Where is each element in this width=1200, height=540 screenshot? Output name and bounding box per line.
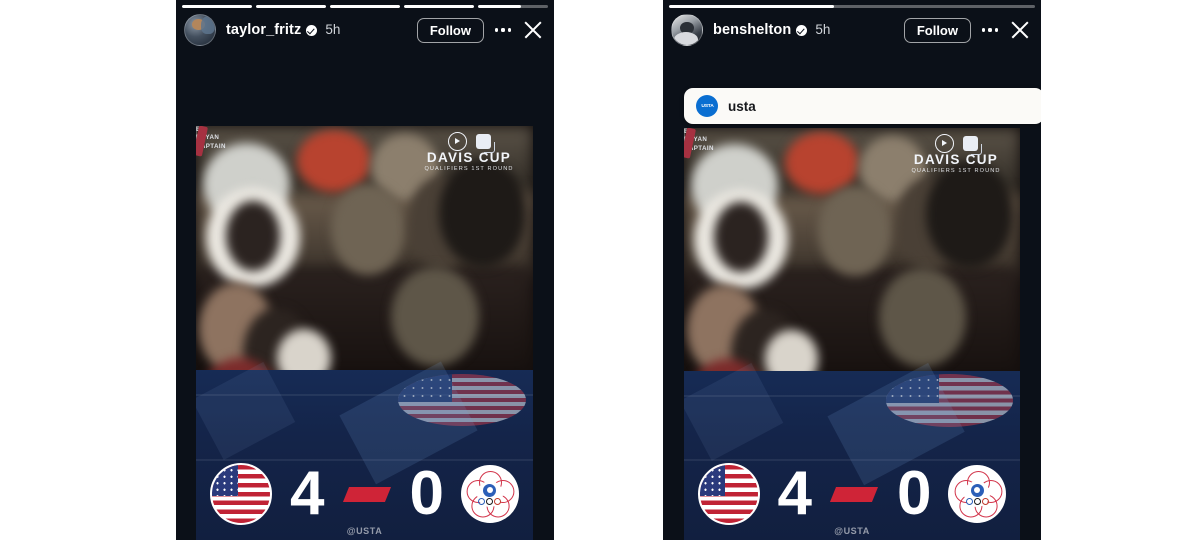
avatar[interactable] (671, 14, 703, 46)
close-icon[interactable] (1007, 17, 1033, 43)
mention-sticker-usta[interactable]: USTA usta (684, 88, 1041, 124)
away-score: 0 (897, 459, 931, 528)
avatar[interactable] (184, 14, 216, 46)
away-score: 0 (409, 459, 444, 528)
usta-logo-icon: USTA (696, 95, 718, 117)
story-age-label: 5h (325, 22, 341, 38)
davis-cup-subtitle: QUALIFIERS 1ST ROUND (911, 168, 1001, 174)
usta-logo-text: USTA (700, 103, 714, 109)
chinese-taipei-badge-icon (460, 465, 519, 523)
davis-cup-square-icon (475, 133, 495, 153)
usa-flag-badge-icon (210, 463, 273, 525)
story-panel-benshelton[interactable]: benshelton 5h Follow USTA usta BRYAN CAP… (663, 0, 1041, 540)
story-media-left: B BRYANCAPTAIN DAVIS CUP QUALIFIERS 1ST … (196, 126, 533, 540)
more-options-icon[interactable] (977, 17, 1003, 43)
progress-segment-active (669, 5, 1035, 8)
follow-button[interactable]: Follow (903, 17, 971, 43)
story-progress-bar-right (669, 5, 1035, 8)
chinese-taipei-badge-icon (948, 465, 1007, 523)
verified-badge-icon (306, 24, 318, 36)
progress-segment (404, 5, 474, 8)
mention-handle-label: usta (728, 98, 756, 114)
story-progress-bar-left (182, 5, 548, 8)
story-panel-taylor-fritz[interactable]: taylor_fritz 5h Follow BRYAN CAPTAIN DAV… (176, 0, 554, 540)
home-score: 4 (777, 459, 812, 528)
davis-cup-square-icon (962, 135, 982, 155)
davis-cup-logo: DAVIS CUP QUALIFIERS 1ST ROUND (413, 131, 525, 173)
username-label: benshelton (713, 21, 792, 38)
score-separator-icon (342, 486, 391, 502)
progress-segment (256, 5, 326, 8)
progress-segment-active (478, 5, 548, 8)
story-media-right: B BRYANCAPTAIN DAVIS CUP QUALIFIERS 1ST … (684, 128, 1020, 540)
screenshot-canvas: taylor_fritz 5h Follow BRYAN CAPTAIN DAV… (0, 0, 1200, 540)
davis-cup-mark-icon (934, 133, 954, 153)
username-group[interactable]: benshelton 5h (713, 23, 830, 38)
story-header-left: taylor_fritz 5h Follow (184, 13, 546, 47)
usta-watermark: @USTA (834, 526, 870, 536)
davis-cup-name: DAVIS CUP (913, 152, 999, 167)
username-label: taylor_fritz (226, 21, 302, 38)
more-options-icon[interactable] (490, 17, 516, 43)
usa-flag-badge-icon (697, 463, 760, 525)
verified-badge-icon (796, 24, 808, 36)
story-age-label: 5h (815, 22, 831, 38)
davis-cup-subtitle: QUALIFIERS 1ST ROUND (424, 166, 514, 172)
progress-segment (330, 5, 400, 8)
home-score: 4 (290, 459, 324, 528)
davis-cup-logo: DAVIS CUP QUALIFIERS 1ST ROUND (900, 133, 1012, 175)
username-group[interactable]: taylor_fritz 5h (226, 23, 340, 38)
davis-cup-mark-icon (447, 131, 467, 151)
davis-cup-name: DAVIS CUP (426, 150, 512, 165)
follow-button[interactable]: Follow (416, 17, 484, 43)
score-separator-icon (829, 486, 879, 502)
progress-segment (182, 5, 252, 8)
usta-watermark: @USTA (346, 526, 383, 536)
close-icon[interactable] (520, 17, 546, 43)
story-header-right: benshelton 5h Follow (671, 13, 1033, 47)
